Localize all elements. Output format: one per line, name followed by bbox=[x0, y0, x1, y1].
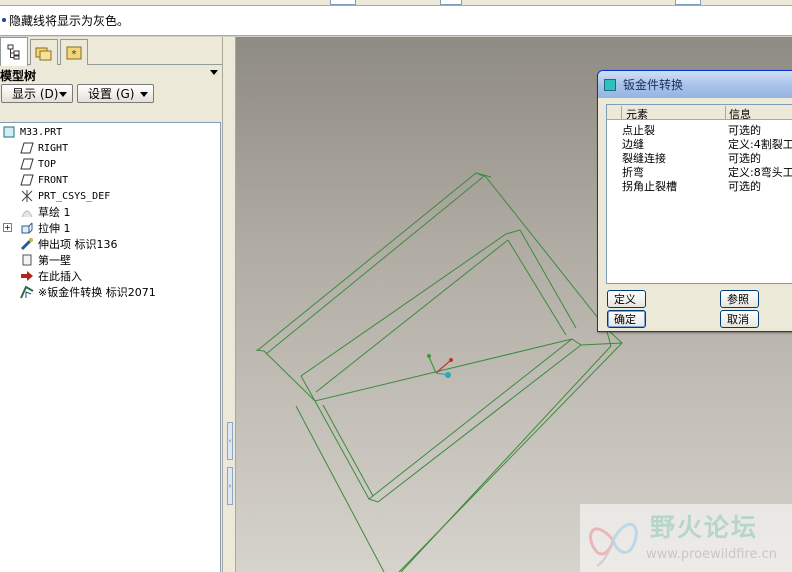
dialog-app-icon bbox=[604, 78, 616, 91]
tab-folder-browser[interactable] bbox=[30, 39, 58, 65]
outer-edge bbox=[257, 172, 623, 572]
svg-text:*: * bbox=[72, 49, 77, 60]
tree-item-extrude[interactable]: 拉伸 1 bbox=[19, 220, 71, 236]
model-tree-header: 模型树 bbox=[0, 66, 222, 83]
tree-item-csys[interactable]: PRT_CSYS_DEF bbox=[19, 188, 110, 204]
toolbar-field[interactable] bbox=[330, 0, 356, 5]
navigator-panel: * 模型树 显示 (D) 设置 (G) M33.PRT RIGHT TOP FR… bbox=[0, 37, 222, 572]
tree-item-protrusion[interactable]: 伸出项 标识136 bbox=[19, 236, 118, 252]
chevron-down-icon bbox=[140, 92, 148, 97]
column-separator bbox=[621, 106, 622, 119]
forum-watermark: 野火论坛 www.proewildfire.cn bbox=[580, 504, 792, 572]
define-button-label: 定义 bbox=[614, 293, 636, 306]
favorites-icon: * bbox=[66, 46, 82, 60]
chevron-down-icon bbox=[59, 92, 67, 97]
toolbar-button[interactable] bbox=[440, 0, 462, 5]
extrude-icon bbox=[19, 221, 35, 235]
message-area: 隐藏线将显示为灰色。 bbox=[0, 6, 792, 36]
toolbar-button[interactable] bbox=[675, 0, 701, 5]
expand-right-icon[interactable]: › bbox=[227, 467, 233, 505]
list-item[interactable]: 边缝 定义:4割裂工 bbox=[607, 136, 792, 151]
tree-item-label: 草绘 1 bbox=[38, 206, 71, 219]
list-item[interactable]: 裂缝连接 可选的 bbox=[607, 150, 792, 165]
elements-list[interactable]: 元素 信息 点止裂 可选的 边缝 定义:4割裂工 裂缝连接 可选的 折弯 定义:… bbox=[606, 104, 792, 284]
expand-toggle-icon[interactable]: + bbox=[3, 223, 12, 232]
element-name: 拐角止裂槽 bbox=[622, 180, 677, 193]
reference-button[interactable]: 参照 bbox=[720, 290, 759, 308]
sketch-icon bbox=[19, 205, 35, 219]
model-tree: M33.PRT RIGHT TOP FRONT PRT_CSYS_DEF 草绘 … bbox=[0, 122, 221, 572]
watermark-url: www.proewildfire.cn bbox=[646, 547, 777, 562]
butterfly-logo-icon bbox=[588, 522, 638, 567]
list-item[interactable]: 拐角止裂槽 可选的 bbox=[607, 178, 792, 193]
sheetmetal-convert-icon bbox=[19, 285, 35, 299]
datum-plane-icon bbox=[19, 157, 35, 171]
element-info: 可选的 bbox=[728, 180, 761, 193]
collapse-left-icon[interactable]: ‹ bbox=[227, 422, 233, 460]
protrusion-icon bbox=[19, 237, 35, 251]
tree-item-label: M33.PRT bbox=[20, 126, 63, 138]
ok-button[interactable]: 确定 bbox=[607, 310, 646, 328]
navigator-tabs: * bbox=[0, 37, 222, 66]
show-dropdown-button[interactable]: 显示 (D) bbox=[1, 84, 73, 103]
tree-item-first-wall[interactable]: 第一壁 bbox=[19, 252, 71, 268]
tree-item-label: 在此插入 bbox=[38, 270, 82, 283]
column-header-element[interactable]: 元素 bbox=[626, 106, 648, 122]
cancel-button[interactable]: 取消 bbox=[720, 310, 759, 328]
cancel-button-label: 取消 bbox=[727, 313, 749, 326]
datum-plane-icon bbox=[19, 173, 35, 187]
watermark-title: 野火论坛 bbox=[650, 513, 759, 542]
sheetmetal-convert-dialog: 钣金件转换 元素 信息 点止裂 可选的 边缝 定义:4割裂工 裂缝连接 可选的 … bbox=[597, 70, 792, 332]
tree-item-top[interactable]: TOP bbox=[19, 156, 56, 172]
insert-here-arrow-icon bbox=[19, 269, 35, 283]
panel-splitter[interactable]: ‹ › bbox=[222, 37, 236, 572]
folder-browser-icon bbox=[35, 47, 52, 60]
tree-item-label: FRONT bbox=[38, 174, 69, 186]
tree-item-label: TOP bbox=[38, 158, 57, 170]
show-button-label: 显示 (D) bbox=[12, 87, 59, 101]
tree-item-front[interactable]: FRONT bbox=[19, 172, 68, 188]
tree-item-insert-here[interactable]: 在此插入 bbox=[19, 268, 82, 284]
datum-plane-icon bbox=[19, 141, 35, 155]
tree-item-sheetmetal-convert[interactable]: ※钣金件转换 标识2071 bbox=[19, 284, 156, 300]
dialog-title: 钣金件转换 bbox=[623, 78, 684, 92]
ok-button-label: 确定 bbox=[614, 313, 636, 326]
reference-button-label: 参照 bbox=[727, 293, 749, 306]
dialog-titlebar[interactable]: 钣金件转换 bbox=[598, 71, 792, 98]
elements-list-header: 元素 信息 bbox=[607, 105, 792, 122]
column-header-info[interactable]: 信息 bbox=[729, 106, 751, 122]
tab-favorites[interactable]: * bbox=[60, 39, 88, 65]
tree-item-label: 拉伸 1 bbox=[38, 222, 71, 235]
model-tree-title: 模型树 bbox=[0, 69, 37, 83]
tab-model-tree[interactable] bbox=[0, 37, 28, 66]
csys-icon bbox=[19, 189, 35, 203]
settings-dropdown-button[interactable]: 设置 (G) bbox=[77, 84, 154, 103]
header-menu-arrow-icon[interactable] bbox=[210, 70, 218, 75]
tree-item-label: ※钣金件转换 标识2071 bbox=[38, 286, 156, 299]
list-item[interactable]: 折弯 定义:8弯头工 bbox=[607, 164, 792, 179]
column-separator bbox=[725, 106, 726, 119]
tree-item-sketch[interactable]: 草绘 1 bbox=[19, 204, 71, 220]
model-tree-icon bbox=[7, 44, 20, 60]
part-icon bbox=[1, 125, 17, 139]
tree-item-label: 第一壁 bbox=[38, 254, 71, 267]
tree-item-label: PRT_CSYS_DEF bbox=[38, 190, 111, 202]
settings-button-label: 设置 (G) bbox=[88, 87, 135, 101]
tree-item-part[interactable]: M33.PRT bbox=[1, 124, 62, 140]
model-tree-buttons: 显示 (D) 设置 (G) bbox=[0, 83, 222, 105]
wall-icon bbox=[19, 253, 35, 267]
list-item[interactable]: 点止裂 可选的 bbox=[607, 122, 792, 137]
tree-item-right[interactable]: RIGHT bbox=[19, 140, 68, 156]
define-button[interactable]: 定义 bbox=[607, 290, 646, 308]
message-bullet-icon bbox=[2, 18, 6, 22]
tree-item-label: 伸出项 标识136 bbox=[38, 238, 118, 251]
tree-item-label: RIGHT bbox=[38, 142, 69, 154]
message-text: 隐藏线将显示为灰色。 bbox=[9, 14, 130, 28]
csys-triad-icon bbox=[427, 354, 453, 378]
